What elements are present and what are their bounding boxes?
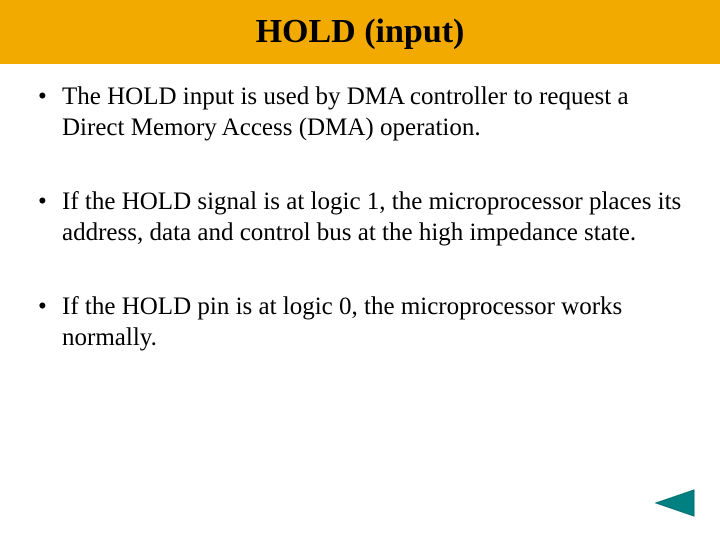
slide: HOLD (input) The HOLD input is used by D… xyxy=(0,0,720,540)
title-band: HOLD (input) xyxy=(0,0,720,64)
back-triangle-icon xyxy=(654,488,696,518)
slide-body: The HOLD input is used by DMA controller… xyxy=(0,64,720,353)
bullet-item: If the HOLD pin is at logic 0, the micro… xyxy=(32,292,688,353)
bullet-list: The HOLD input is used by DMA controller… xyxy=(32,82,688,353)
slide-title: HOLD (input) xyxy=(256,13,465,51)
bullet-item: The HOLD input is used by DMA controller… xyxy=(32,82,688,143)
bullet-item: If the HOLD signal is at logic 1, the mi… xyxy=(32,187,688,248)
back-button[interactable] xyxy=(654,488,696,518)
